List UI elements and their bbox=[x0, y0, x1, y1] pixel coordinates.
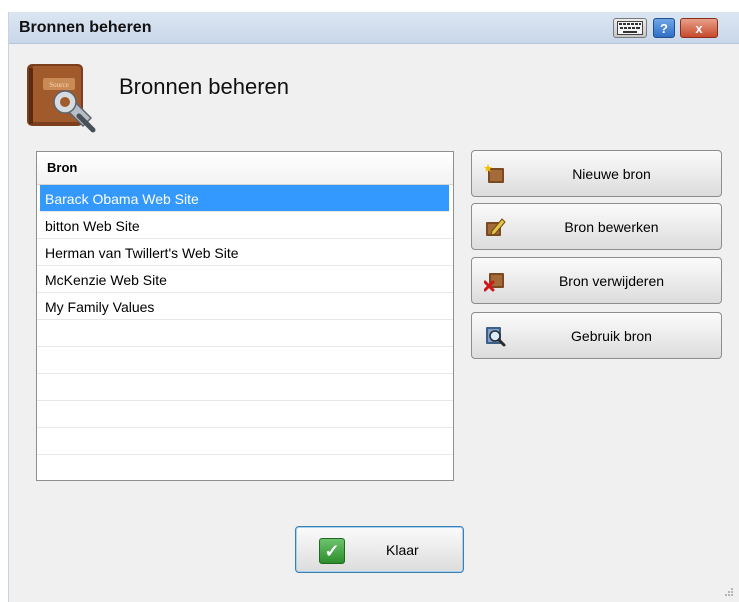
keyboard-button[interactable] bbox=[613, 18, 647, 38]
checkmark-icon: ✓ bbox=[319, 538, 345, 564]
page-title: Bronnen beheren bbox=[119, 74, 290, 99]
done-button[interactable]: ✓ Klaar bbox=[295, 526, 464, 573]
book-caption: Source bbox=[49, 81, 68, 89]
empty-row bbox=[37, 401, 453, 428]
manage-sources-window: Bronnen beheren ? x Source Bronnen beher… bbox=[8, 12, 739, 602]
new-source-label: Nieuwe bron bbox=[572, 165, 651, 182]
list-item[interactable]: Herman van Twillert's Web Site bbox=[37, 239, 453, 266]
title-bar[interactable]: Bronnen beheren ? x bbox=[9, 12, 739, 44]
resize-grip-icon[interactable] bbox=[723, 586, 733, 596]
window-title: Bronnen beheren bbox=[19, 19, 152, 36]
list-item[interactable]: My Family Values bbox=[37, 293, 453, 320]
delete-icon bbox=[484, 273, 504, 292]
empty-row bbox=[37, 320, 453, 347]
edit-source-button[interactable]: Bron bewerken bbox=[471, 203, 722, 250]
edit-source-label: Bron bewerken bbox=[564, 218, 659, 235]
help-icon: ? bbox=[660, 20, 668, 36]
keyboard-icon bbox=[617, 21, 643, 35]
empty-row bbox=[37, 347, 453, 374]
use-source-button[interactable]: Gebruik bron bbox=[471, 312, 722, 359]
list-item[interactable]: Barack Obama Web Site bbox=[40, 185, 449, 212]
list-item[interactable]: bitton Web Site bbox=[37, 212, 453, 239]
delete-source-label: Bron verwijderen bbox=[558, 272, 665, 289]
new-item-icon bbox=[484, 164, 504, 183]
close-icon: x bbox=[695, 20, 703, 36]
help-button[interactable]: ? bbox=[653, 18, 675, 38]
new-source-button[interactable]: Nieuwe bron bbox=[471, 150, 722, 197]
use-source-label: Gebruik bron bbox=[571, 327, 652, 344]
done-label: Klaar bbox=[386, 542, 419, 558]
empty-row bbox=[37, 374, 453, 401]
magnifier-icon bbox=[486, 327, 506, 347]
book-wrench-icon: Source bbox=[27, 64, 96, 133]
empty-row bbox=[37, 428, 453, 455]
sources-list[interactable]: Bron Barack Obama Web Site bitton Web Si… bbox=[36, 151, 454, 481]
column-header-bron[interactable]: Bron bbox=[37, 152, 453, 185]
list-item[interactable]: McKenzie Web Site bbox=[37, 266, 453, 293]
edit-pencil-icon bbox=[486, 218, 506, 236]
close-button[interactable]: x bbox=[680, 18, 718, 38]
delete-source-button[interactable]: Bron verwijderen bbox=[471, 257, 722, 304]
